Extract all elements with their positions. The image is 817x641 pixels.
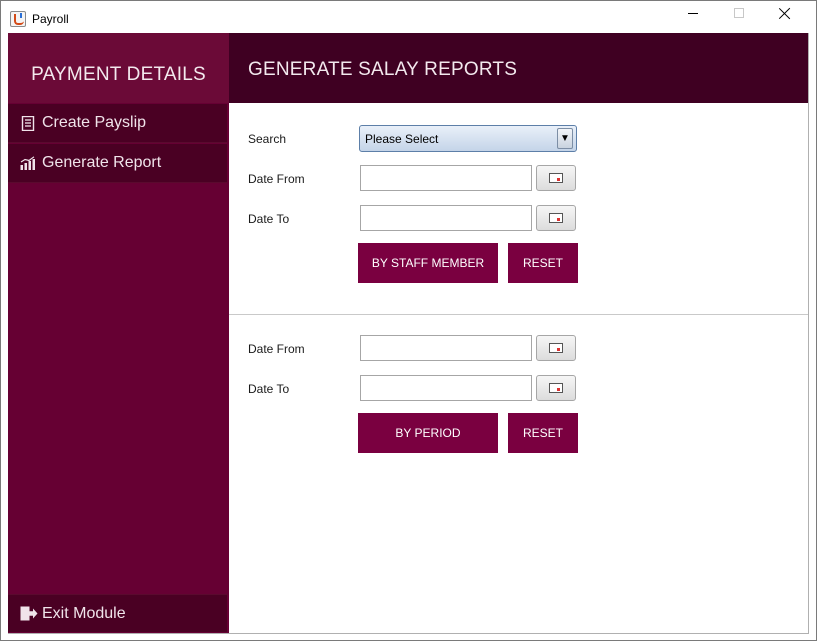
maximize-button[interactable] [716,1,762,33]
by-period-button[interactable]: BY PERIOD [358,413,498,453]
sidebar-item-generate-report[interactable]: Generate Report [8,144,227,183]
sidebar: PAYMENT DETAILS Create Payslip Generate … [8,33,229,633]
minimize-icon [688,12,698,14]
period-date-to-calendar-button[interactable] [536,375,576,401]
page-header: GENERATE SALAY REPORTS [229,33,808,103]
date-to-label: Date To [248,212,290,226]
page-title: GENERATE SALAY REPORTS [248,59,518,80]
close-icon [779,7,791,19]
sidebar-item-create-payslip[interactable]: Create Payslip [8,104,227,143]
by-staff-member-button[interactable]: BY STAFF MEMBER [358,243,498,283]
calendar-icon [549,173,563,183]
date-from-label: Date From [248,342,305,356]
exit-icon [20,606,38,622]
staff-search-dropdown[interactable]: Please Select ▼ [359,125,577,152]
date-from-label: Date From [248,172,305,186]
maximize-icon [734,8,744,18]
minimize-button[interactable] [670,1,716,33]
dropdown-arrow-icon[interactable]: ▼ [557,128,573,149]
calendar-icon [549,383,563,393]
payroll-window: Payroll PAYMENT DETAILS Create Payslip G… [0,0,817,641]
staff-reset-button[interactable]: RESET [508,243,578,283]
calendar-icon [549,213,563,223]
document-list-icon [20,115,36,131]
section-divider [229,314,808,315]
sidebar-item-label: Exit Module [42,604,126,622]
period-date-from-input[interactable] [360,335,532,361]
bar-chart-icon [20,155,36,171]
calendar-icon [549,343,563,353]
date-to-label: Date To [248,382,290,396]
staff-date-to-calendar-button[interactable] [536,205,576,231]
period-date-to-input[interactable] [360,375,532,401]
dropdown-value: Please Select [365,131,439,146]
sidebar-header: PAYMENT DETAILS [8,33,229,103]
sidebar-item-label: Create Payslip [42,114,147,131]
frame-border [8,633,809,634]
staff-date-to-input[interactable] [360,205,532,231]
staff-date-from-input[interactable] [360,165,532,191]
sidebar-title: PAYMENT DETAILS [31,64,206,85]
report-form: Search Please Select ▼ Date From Date To… [229,103,808,633]
staff-date-from-calendar-button[interactable] [536,165,576,191]
period-reset-button[interactable]: RESET [508,413,578,453]
window-title: Payroll [32,12,69,26]
frame-border [808,33,809,633]
sidebar-item-exit-module[interactable]: Exit Module [8,594,227,632]
period-date-from-calendar-button[interactable] [536,335,576,361]
close-button[interactable] [762,1,808,33]
search-label: Search [248,132,287,146]
java-app-icon [10,11,26,27]
sidebar-item-label: Generate Report [42,154,162,171]
title-bar: Payroll [1,1,816,33]
